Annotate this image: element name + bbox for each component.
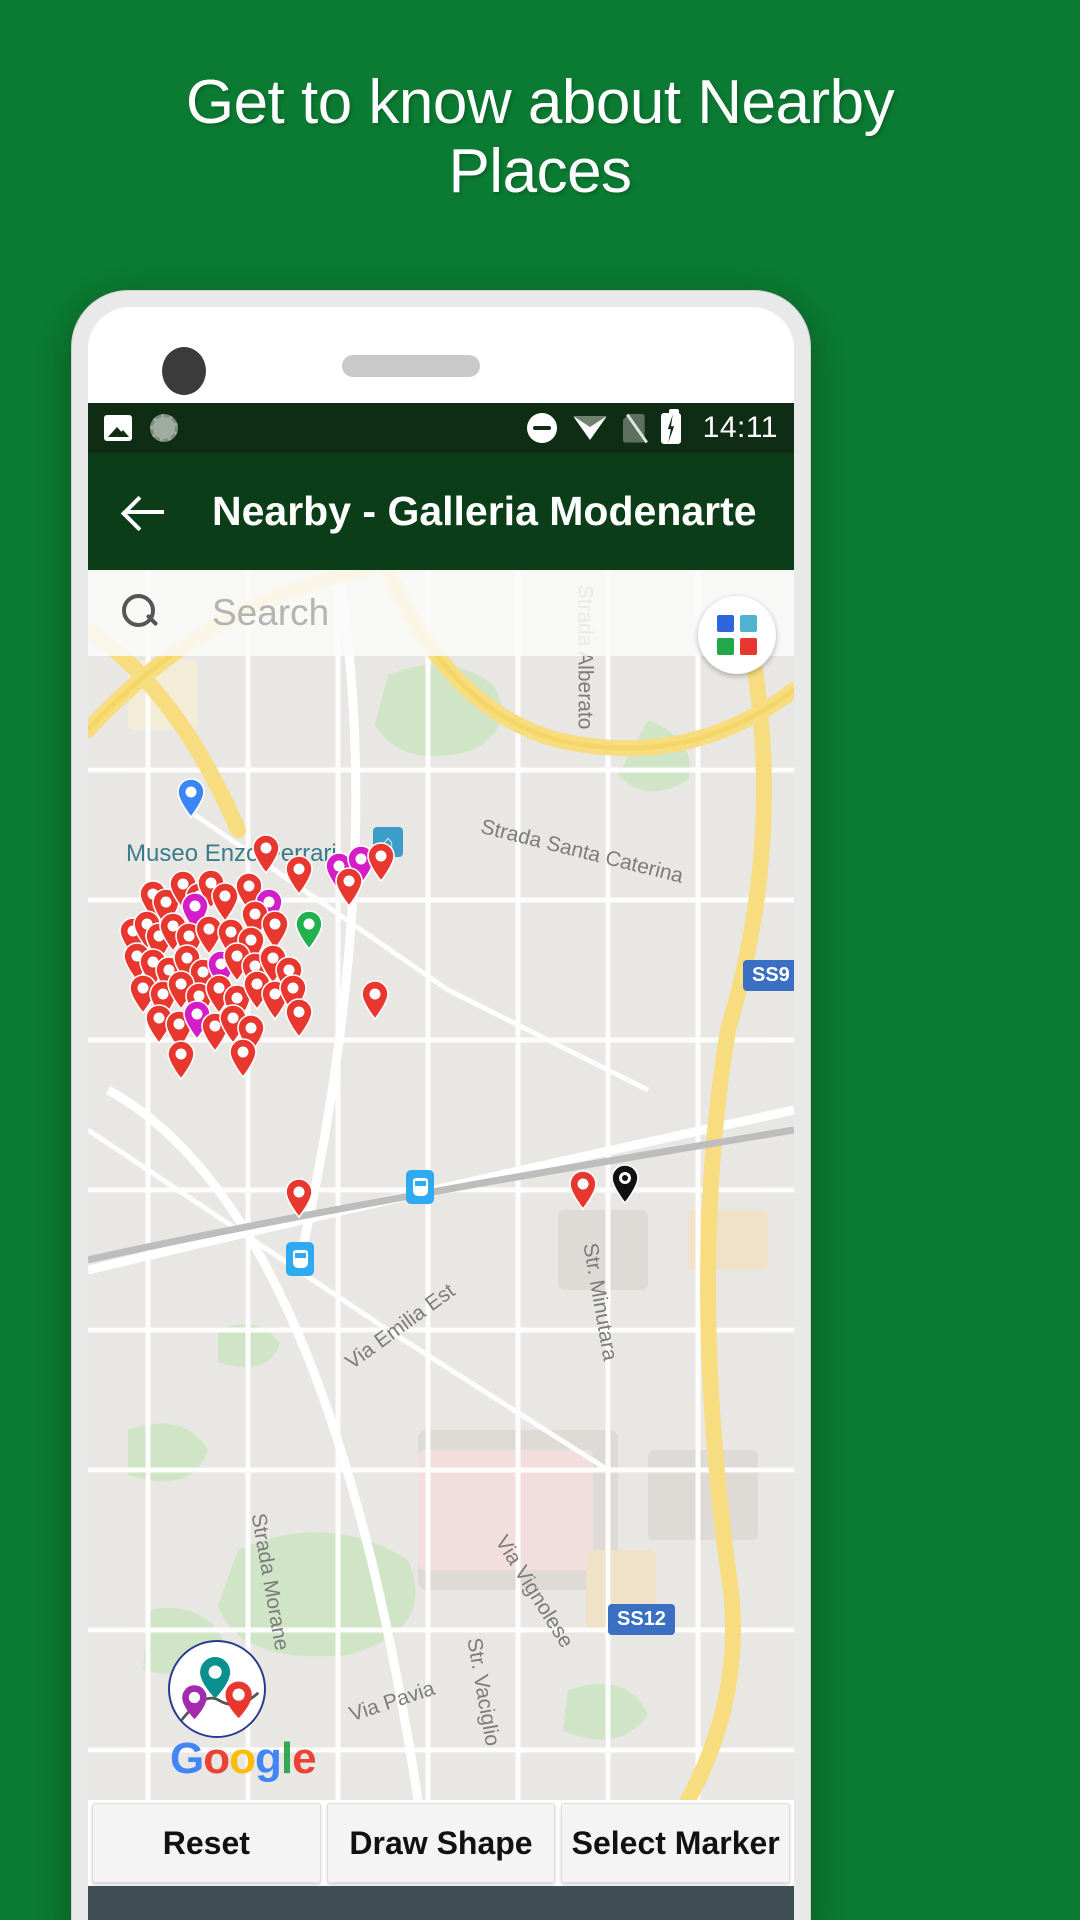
place-marker[interactable] bbox=[294, 910, 324, 950]
google-attribution: Google bbox=[170, 1734, 317, 1783]
phone-mockup-frame: 14:11 Nearby - Galleria Modenarte Search… bbox=[72, 291, 810, 1920]
draw-shape-button[interactable]: Draw Shape bbox=[326, 1803, 556, 1883]
place-marker[interactable] bbox=[284, 855, 314, 895]
search-input[interactable] bbox=[212, 592, 652, 634]
place-marker[interactable] bbox=[251, 834, 281, 874]
layer-swatch-teal bbox=[740, 615, 757, 632]
do-not-disturb-icon bbox=[526, 413, 557, 443]
place-marker[interactable] bbox=[360, 980, 390, 1020]
bottom-action-bar: Reset Draw Shape Select Marker bbox=[88, 1800, 794, 1886]
status-clock: 14:11 bbox=[702, 411, 778, 444]
system-navigation-bar bbox=[88, 1886, 794, 1920]
page-title: Nearby - Galleria Modenarte bbox=[212, 488, 757, 534]
no-sim-icon bbox=[622, 413, 645, 443]
place-marker[interactable] bbox=[176, 778, 206, 818]
map-layers-button[interactable] bbox=[698, 596, 776, 674]
nearby-places-pins-icon bbox=[168, 1640, 266, 1738]
place-marker[interactable] bbox=[568, 1170, 598, 1210]
place-marker[interactable] bbox=[284, 998, 314, 1038]
place-marker[interactable] bbox=[366, 842, 396, 882]
search-bar[interactable] bbox=[88, 570, 794, 656]
sync-icon bbox=[150, 414, 178, 442]
phone-screen: 14:11 Nearby - Galleria Modenarte Search… bbox=[88, 307, 794, 1920]
front-camera-icon bbox=[162, 347, 206, 395]
map-tiles bbox=[88, 570, 794, 1800]
battery-charging-icon bbox=[660, 408, 681, 444]
layer-swatch-green bbox=[717, 638, 734, 655]
transit-station-icon[interactable] bbox=[406, 1170, 434, 1204]
selected-marker[interactable] bbox=[610, 1164, 640, 1204]
place-marker[interactable] bbox=[284, 1178, 314, 1218]
promo-headline: Get to know about Nearby Places bbox=[185, 68, 895, 207]
transit-station-icon[interactable] bbox=[286, 1242, 314, 1276]
app-bar: Nearby - Galleria Modenarte bbox=[88, 453, 794, 570]
wifi-icon bbox=[572, 416, 607, 440]
back-arrow-icon[interactable] bbox=[122, 489, 168, 535]
highway-badge: SS12 bbox=[608, 1604, 675, 1635]
search-icon bbox=[122, 594, 160, 632]
place-marker[interactable] bbox=[334, 867, 364, 907]
map-view[interactable]: Strada AlberatoStrada Santa CaterinaVia … bbox=[88, 570, 794, 1800]
layer-swatch-red bbox=[740, 638, 757, 655]
layer-swatch-blue bbox=[717, 615, 734, 632]
select-marker-button[interactable]: Select Marker bbox=[561, 1803, 791, 1883]
reset-button[interactable]: Reset bbox=[92, 1803, 321, 1883]
highway-badge: SS9 bbox=[743, 960, 794, 991]
image-icon bbox=[104, 415, 132, 441]
place-marker[interactable] bbox=[166, 1040, 196, 1080]
status-bar: 14:11 bbox=[88, 403, 794, 453]
place-marker[interactable] bbox=[228, 1038, 258, 1078]
earpiece-speaker bbox=[342, 355, 480, 377]
